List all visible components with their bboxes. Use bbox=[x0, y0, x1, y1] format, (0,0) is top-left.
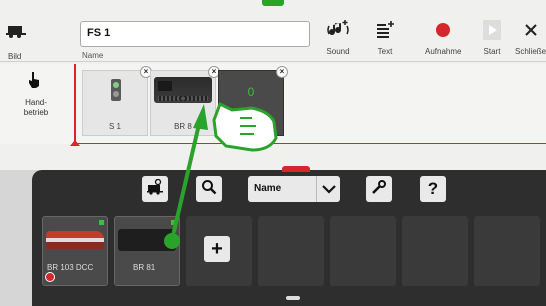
empty-slot bbox=[402, 216, 468, 286]
text-button[interactable]: Text bbox=[373, 18, 397, 56]
sequence-row: Hand- betrieb S 1 × BR 8 × 0 × bbox=[0, 64, 546, 146]
loco-image bbox=[154, 77, 212, 103]
tile-value: 0 bbox=[247, 85, 255, 99]
start-button[interactable]: Start bbox=[480, 18, 504, 56]
help-icon: ? bbox=[427, 179, 439, 198]
toolbar: Bild FS 1 Name Sound Text Aufnahme Start bbox=[0, 0, 546, 62]
status-dot bbox=[171, 220, 176, 225]
top-tab-indicator[interactable] bbox=[262, 0, 284, 6]
loco-filter-button[interactable] bbox=[142, 176, 168, 202]
sound-button[interactable]: Sound bbox=[326, 18, 350, 56]
sequence-tile-signal[interactable]: S 1 × bbox=[82, 66, 152, 136]
loco-image bbox=[46, 231, 104, 249]
close-button[interactable]: Schließen bbox=[515, 18, 546, 56]
loco-filter-icon bbox=[146, 178, 164, 200]
name-label: Name bbox=[82, 51, 104, 60]
timeline-marker bbox=[74, 64, 76, 146]
handbetrieb-label: Hand- betrieb bbox=[23, 98, 49, 117]
search-button[interactable] bbox=[196, 176, 222, 202]
panel-drag-handle[interactable] bbox=[286, 296, 300, 300]
plus-icon: + bbox=[211, 237, 223, 260]
record-label: Aufnahme bbox=[425, 47, 462, 56]
tile-caption: S 1 bbox=[108, 122, 121, 131]
loco-image bbox=[118, 229, 176, 251]
status-dot bbox=[99, 220, 104, 225]
text-icon bbox=[373, 18, 397, 42]
close-icon bbox=[519, 18, 543, 42]
start-label: Start bbox=[483, 47, 501, 56]
loco-name: BR 103 DCC bbox=[47, 263, 94, 272]
add-loco-button[interactable]: + bbox=[204, 236, 230, 262]
empty-slot bbox=[330, 216, 396, 286]
sequence-tile-loco[interactable]: BR 8 × bbox=[150, 66, 220, 136]
sort-value: Name bbox=[254, 183, 282, 194]
hand-pointer-icon bbox=[28, 72, 40, 91]
record-button[interactable]: Aufnahme bbox=[425, 18, 461, 56]
handbetrieb-button[interactable]: Hand- betrieb bbox=[0, 64, 70, 144]
chevron-down-icon bbox=[316, 176, 340, 202]
record-icon bbox=[436, 23, 451, 37]
play-icon bbox=[483, 20, 501, 40]
signal-icon bbox=[111, 79, 121, 101]
empty-slot bbox=[258, 216, 324, 286]
tile-caption: BR 8 bbox=[174, 122, 192, 131]
wrench-icon bbox=[371, 179, 387, 200]
help-button[interactable]: ? bbox=[420, 176, 446, 202]
sound-icon bbox=[326, 18, 350, 42]
empty-slot bbox=[474, 216, 540, 286]
active-indicator bbox=[45, 272, 55, 282]
name-field[interactable]: FS 1 bbox=[80, 21, 310, 47]
bild-label: Bild bbox=[8, 52, 22, 61]
search-icon bbox=[201, 179, 217, 200]
sort-select[interactable]: Name bbox=[248, 176, 340, 202]
remove-tile-icon[interactable]: × bbox=[276, 66, 288, 78]
loco-name: BR 81 bbox=[133, 263, 156, 272]
timeline-line bbox=[76, 143, 546, 144]
sound-label: Sound bbox=[326, 47, 350, 56]
bild-button[interactable]: Bild bbox=[0, 14, 34, 64]
text-label: Text bbox=[377, 47, 393, 56]
loco-card[interactable]: BR 103 DCC bbox=[42, 216, 108, 286]
panel-tab-indicator[interactable] bbox=[282, 166, 310, 172]
sequence-tile-wait[interactable]: 0 × bbox=[218, 66, 288, 136]
train-icon bbox=[6, 24, 26, 43]
editor-window: Bild FS 1 Name Sound Text Aufnahme Start bbox=[0, 0, 546, 170]
settings-button[interactable] bbox=[366, 176, 392, 202]
close-label: Schließen bbox=[515, 47, 546, 56]
loco-card[interactable]: BR 81 bbox=[114, 216, 180, 286]
